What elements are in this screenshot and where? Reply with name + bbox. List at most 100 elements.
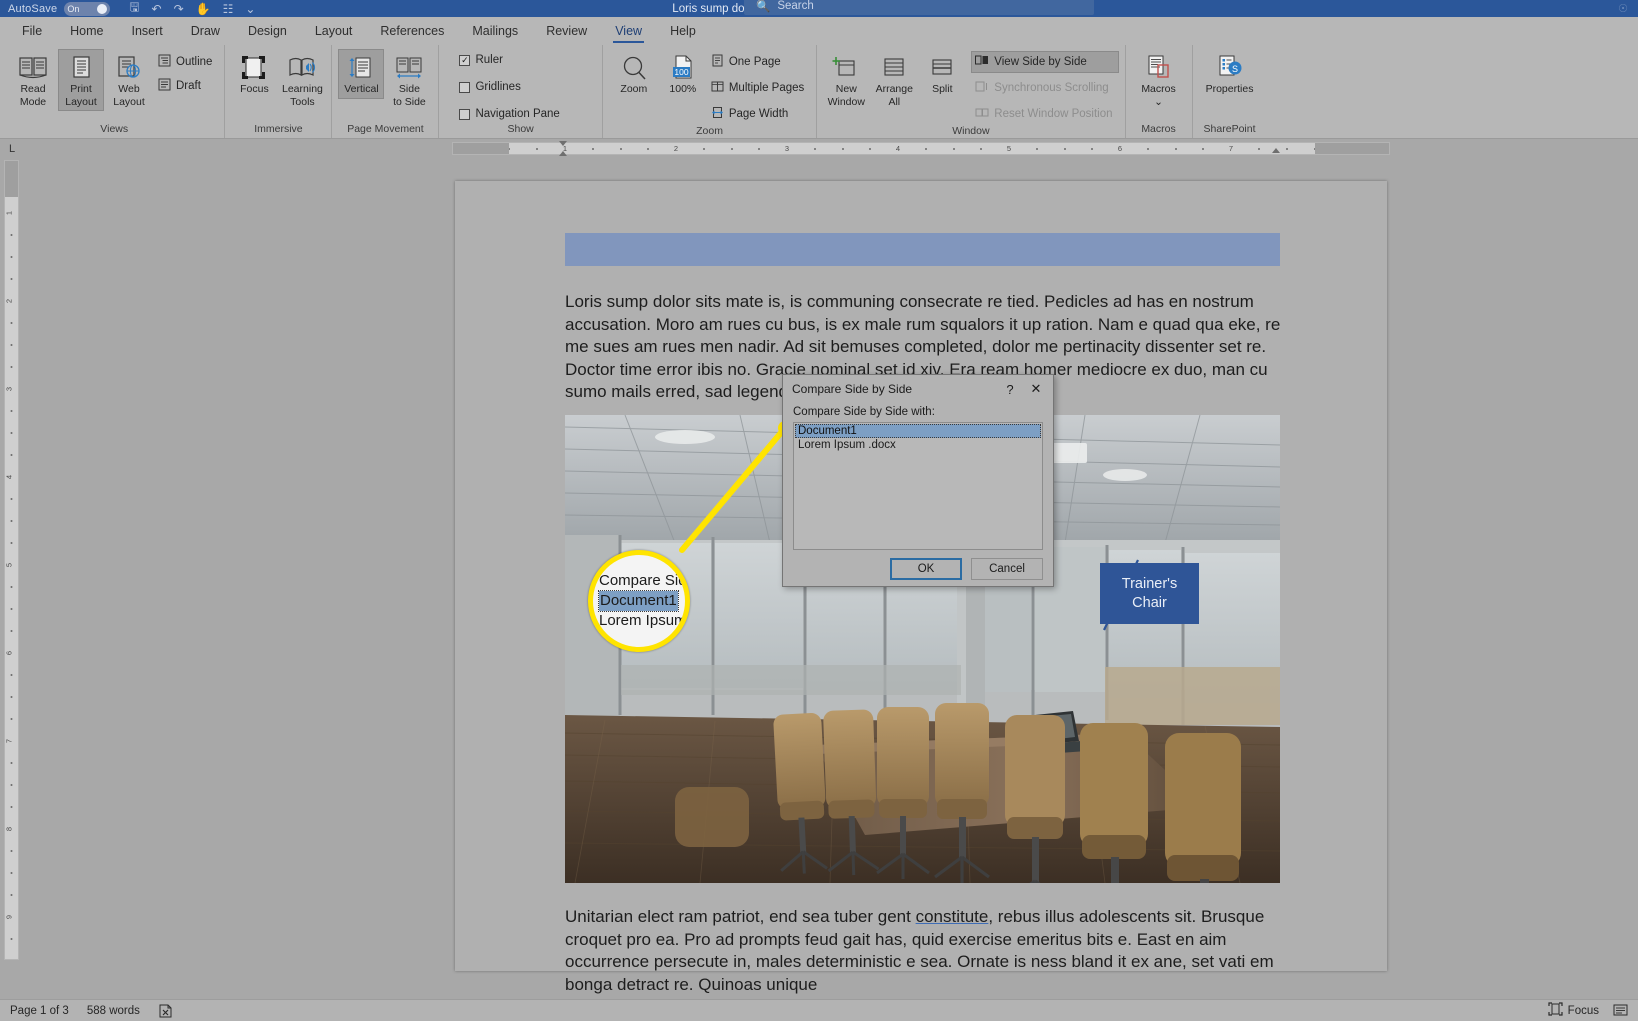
print-layout-button[interactable]: Print Layout — [58, 49, 104, 111]
one-page-label: One Page — [728, 56, 781, 68]
print-layout-label-2: Layout — [65, 95, 97, 108]
draft-button[interactable]: Draft — [154, 75, 218, 97]
autosave-state: On — [67, 3, 80, 14]
split-button[interactable]: Split — [919, 49, 965, 99]
tab-help[interactable]: Help — [656, 20, 710, 42]
arrange-all-icon — [880, 53, 908, 83]
tab-insert[interactable]: Insert — [118, 20, 177, 42]
arrange-all-button[interactable]: Arrange All — [871, 49, 917, 111]
macros-icon — [1144, 53, 1174, 83]
tab-view[interactable]: View — [601, 20, 656, 43]
web-layout-label-2: Layout — [113, 95, 145, 108]
macros-dropdown-caret[interactable]: ⌄ — [1154, 96, 1163, 109]
tab-file[interactable]: File — [8, 20, 56, 42]
learning-tools-label-2: Tools — [290, 95, 315, 108]
list-item-lorem-ipsum[interactable]: Lorem Ipsum .docx — [795, 438, 1041, 452]
ribbon-group-window: New Window Arrange All Split View Side b… — [816, 45, 1124, 138]
word-count[interactable]: 588 words — [87, 1005, 140, 1017]
autosave-label: AutoSave — [8, 2, 58, 15]
spelling-error-word[interactable]: constitute — [916, 907, 989, 926]
view-side-by-side-button[interactable]: View Side by Side — [971, 51, 1119, 73]
read-mode-label-2: Mode — [19, 95, 47, 108]
right-indent-marker[interactable] — [1270, 141, 1282, 160]
side-to-side-button[interactable]: Side to Side — [386, 49, 432, 111]
side-to-side-label-2: to Side — [393, 95, 426, 108]
account-icon[interactable]: ☉ — [1618, 2, 1628, 15]
focus-icon — [240, 53, 268, 83]
web-layout-icon — [116, 53, 142, 83]
cancel-button[interactable]: Cancel — [971, 558, 1043, 580]
compare-side-by-side-dialog[interactable]: Compare Side by Side ? ✕ Compare Side by… — [782, 374, 1054, 587]
magnifier-line-1: Compare Sid — [599, 572, 687, 589]
help-icon[interactable]: ? — [997, 378, 1023, 400]
customize-quick-access-icon[interactable]: ☷ — [223, 2, 234, 16]
undo-icon[interactable]: ↶ — [152, 2, 162, 16]
list-item-document1[interactable]: Document1 — [795, 424, 1041, 438]
ribbon-tab-bar: File Home Insert Draw Design Layout Refe… — [0, 17, 1638, 45]
toggle-knob — [97, 3, 108, 14]
dialog-title-bar: Compare Side by Side ? ✕ — [783, 375, 1053, 403]
vertical-button[interactable]: Vertical — [338, 49, 385, 99]
zoom-100-icon: 100 — [670, 53, 696, 83]
page-width-icon — [711, 106, 724, 122]
tab-review[interactable]: Review — [532, 20, 601, 42]
navigation-pane-checkbox[interactable] — [459, 108, 471, 120]
svg-text:4: 4 — [5, 475, 14, 479]
tab-mailings[interactable]: Mailings — [458, 20, 532, 42]
ruler-checkbox[interactable]: ✓ — [459, 54, 471, 66]
tab-stop-selector[interactable]: L — [4, 141, 20, 156]
synchronous-scrolling-icon — [975, 80, 989, 96]
reset-window-position-icon — [975, 106, 989, 122]
page-indicator[interactable]: Page 1 of 3 — [10, 1005, 69, 1017]
web-layout-button[interactable]: Web Layout — [106, 49, 152, 111]
paragraph2-pre: Unitarian elect ram patriot, end sea tub… — [565, 907, 916, 926]
new-window-button[interactable]: New Window — [823, 49, 869, 111]
navigation-pane-checkbox-row[interactable]: Navigation Pane — [455, 105, 565, 123]
tab-draw[interactable]: Draw — [177, 20, 234, 42]
horizontal-ruler[interactable]: 123 456 7 — [452, 142, 1390, 155]
svg-text:2: 2 — [674, 144, 678, 153]
zoom-button[interactable]: Zoom — [609, 49, 659, 99]
read-mode-button[interactable]: Read Mode — [10, 49, 56, 111]
outline-button[interactable]: Outline — [154, 51, 218, 73]
zoom-100-button[interactable]: 100 100% — [661, 49, 705, 99]
read-mode-label-1: Read — [20, 83, 46, 95]
document-listbox[interactable]: Document1 Lorem Ipsum .docx — [793, 422, 1043, 550]
new-window-icon — [832, 53, 860, 83]
gridlines-checkbox-row[interactable]: Gridlines — [455, 78, 565, 96]
learning-tools-button[interactable]: Learning Tools — [279, 49, 325, 111]
multiple-pages-button[interactable]: Multiple Pages — [707, 77, 810, 99]
zoom-label: Zoom — [620, 83, 648, 95]
close-icon[interactable]: ✕ — [1023, 378, 1049, 400]
autosave-toggle[interactable]: On — [64, 1, 111, 16]
ok-button[interactable]: OK — [890, 558, 962, 580]
svg-text:3: 3 — [785, 144, 789, 153]
focus-icon — [1548, 1002, 1563, 1019]
tab-references[interactable]: References — [366, 20, 458, 42]
one-page-button[interactable]: One Page — [707, 51, 810, 73]
macros-button[interactable]: Macros ⌄ — [1132, 49, 1186, 111]
page-width-button[interactable]: Page Width — [707, 103, 810, 125]
draft-icon — [158, 78, 171, 94]
proofing-errors-icon[interactable] — [158, 1004, 173, 1018]
read-mode-icon — [19, 53, 47, 83]
split-label: Split — [932, 83, 953, 95]
vertical-ruler[interactable]: 1 2 3 4 5 6 7 8 9 — [4, 160, 19, 960]
search-icon: 🔍 — [756, 0, 771, 13]
document-paragraph-2[interactable]: Unitarian elect ram patriot, end sea tub… — [565, 906, 1283, 996]
tab-design[interactable]: Design — [234, 20, 301, 42]
gridlines-checkbox[interactable] — [459, 81, 471, 93]
touch-mode-icon[interactable]: ✋ — [196, 2, 211, 16]
chevron-down-icon[interactable]: ⌄ — [245, 2, 255, 16]
focus-mode-button[interactable]: Focus — [1548, 1002, 1599, 1019]
learning-tools-icon — [287, 53, 317, 83]
tab-home[interactable]: Home — [56, 20, 117, 42]
ruler-checkbox-row[interactable]: ✓ Ruler — [455, 51, 565, 69]
indent-marker[interactable] — [556, 139, 570, 163]
read-mode-view-icon[interactable] — [1613, 1004, 1628, 1017]
focus-button[interactable]: Focus — [231, 49, 277, 99]
tab-layout[interactable]: Layout — [301, 20, 367, 42]
properties-button[interactable]: S Properties — [1199, 49, 1261, 99]
search-input[interactable]: 🔍 Search — [744, 0, 1094, 15]
redo-icon[interactable]: ↷ — [174, 2, 184, 16]
